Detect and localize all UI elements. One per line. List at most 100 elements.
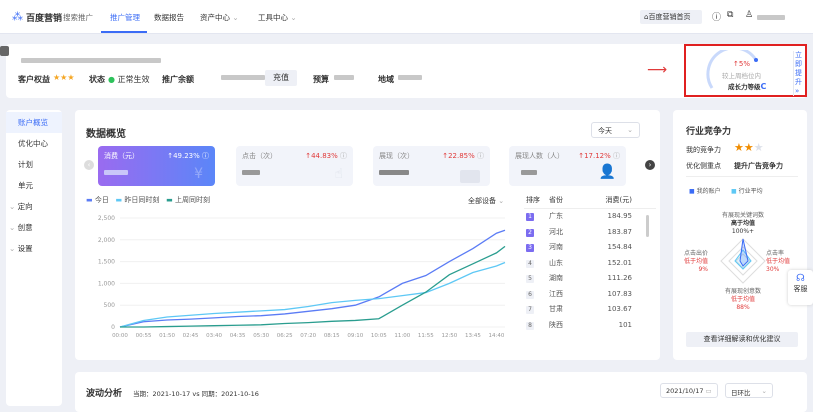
metric-card-impressions[interactable]: 展现（次） ↑22.85% ⓘ [373, 146, 490, 186]
headset-icon: ☊ [796, 273, 805, 284]
collapse-icon[interactable] [0, 46, 9, 56]
metric-change: ↑17.12% ⓘ [578, 152, 620, 160]
y-tick-label: 2,500 [98, 215, 115, 222]
chart-legend: ▬ 今日 ▬ 昨日同时刻 ▬ 上周同时刻 [86, 195, 210, 205]
range-value: 今天 [598, 127, 612, 135]
cost: 107.83 [607, 289, 633, 298]
sidebar-item-settings[interactable]: ⌄ 设置 [6, 238, 62, 259]
tab-label: 资产中心 [200, 13, 230, 22]
help-icon[interactable]: ⓘ [712, 10, 721, 23]
fluct-period: 当期：2021-10-17 vs 同期：2021-10-16 [133, 390, 259, 398]
chevron-down-icon: ⌄ [232, 13, 239, 22]
divider [686, 176, 798, 177]
province: 湖南 [549, 274, 563, 282]
x-tick-label: 11:00 [394, 333, 410, 339]
home-button[interactable]: ⌂百度营销首页 [640, 10, 702, 24]
metric-card-clicks[interactable]: 点击（次） ↑44.83% ⓘ ☝ [236, 146, 353, 186]
arrow-right-icon: ⟶ [647, 62, 668, 78]
balance-blurred [221, 75, 265, 80]
province: 河南 [549, 243, 563, 251]
metric-change: ↑22.85% ⓘ [442, 152, 484, 160]
tab-report[interactable]: 数据报告 [154, 12, 184, 23]
x-tick-label: 01:50 [159, 333, 175, 339]
metric-value-blurred [379, 170, 409, 175]
tab-assets[interactable]: 资产中心 ⌄ [200, 12, 239, 23]
metric-value-blurred [242, 170, 260, 175]
item-label: 创意 [17, 223, 33, 232]
sidebar-item-targeting[interactable]: ⌄ 定向 [6, 196, 62, 217]
legend-my-account: ■ 我的账户 [689, 188, 721, 195]
chevron-down-icon: ⌄ [498, 197, 505, 205]
x-tick-label: 04:35 [230, 333, 246, 339]
province: 陕西 [549, 320, 563, 329]
cost: 111.26 [607, 274, 633, 282]
status-badge: ● 正常生效 [108, 74, 150, 85]
logo[interactable]: 百度营销 [26, 11, 62, 24]
tab-tools[interactable]: 工具中心 ⌄ [258, 12, 297, 23]
recharge-button[interactable]: 充值 [265, 70, 297, 86]
user-icon[interactable]: ♙ [745, 10, 753, 20]
y-tick-label: 2,000 [98, 237, 115, 244]
next-arrow-icon[interactable]: › [645, 160, 655, 170]
y-tick-label: 500 [104, 302, 116, 309]
province: 河北 [549, 227, 563, 236]
rank-badge: 4 [526, 259, 534, 268]
province: 广东 [549, 212, 563, 220]
fluct-title: 波动分析 [86, 389, 123, 399]
metric-card-reach[interactable]: 展现人数（人） ↑17.12% ⓘ 👤 [509, 146, 626, 186]
x-tick-label: 13:45 [465, 333, 481, 339]
y-tick-label: 0 [111, 324, 115, 331]
growth-compare: 较上周档位内 [722, 72, 761, 80]
legend-today[interactable]: ▬ 今日 [86, 196, 109, 204]
province: 甘肃 [549, 305, 563, 313]
ranking-row: 2 河北 183.87 [524, 225, 656, 241]
competitiveness-stars: ★★★ [734, 141, 764, 154]
tab-promotion[interactable]: 推广管理 [110, 12, 140, 23]
rank-badge: 6 [526, 290, 534, 299]
sidebar-item-creative[interactable]: ⌄ 创意 [6, 217, 62, 238]
col-rank: 排序 [526, 196, 540, 204]
region-label: 地域 [378, 75, 394, 84]
date-value: 2021/10/17 [666, 387, 704, 395]
scrollbar[interactable] [646, 215, 649, 237]
active-tab-indicator [101, 31, 147, 33]
y-tick-label: 1,000 [98, 280, 115, 287]
x-tick-label: 08:15 [324, 333, 340, 339]
growth-level: 成长力等级C [728, 81, 766, 91]
trend-line-chart: 0 500 1,000 1,500 2,000 2,500 00:00 00:55 01:50 0… [98, 215, 506, 339]
growth-change: ↑5% [733, 60, 750, 68]
sidebar-item-plan[interactable]: 计划 [6, 154, 62, 175]
customer-service-button[interactable]: ☊ 客服 [788, 270, 813, 305]
sidebar: 账户概览 优化中心 计划 单元 ⌄ 定向 ⌄ 创意 ⌄ 设置 [6, 110, 62, 406]
budget-label: 预算 [313, 75, 329, 84]
legend-yesterday[interactable]: ▬ 昨日同时刻 [116, 196, 160, 204]
sidebar-item-unit[interactable]: 单元 [6, 175, 62, 196]
improve-now-link[interactable]: 立即提升 » [793, 51, 803, 96]
x-tick-label: 09:10 [347, 333, 363, 339]
top-nav: ⁂ 百度营销 搜索推广 推广管理 数据报告 资产中心 ⌄ 工具中心 ⌄ ⌂百度营… [0, 0, 813, 34]
growth-panel: ↑5% 较上周档位内 成长力等级C 立即提升 » [684, 44, 807, 97]
sidebar-item-overview[interactable]: 账户概览 [6, 112, 62, 133]
date-picker[interactable]: 2021/10/17 ▭ [660, 383, 718, 398]
cost: 184.95 [607, 212, 633, 220]
prev-arrow-icon[interactable]: ‹ [84, 160, 94, 170]
date-range-select[interactable]: 今天 ⌄ [591, 122, 640, 138]
ranking-row: 3 河南 154.84 [524, 240, 656, 256]
status-label: 状态 [89, 75, 105, 84]
chevron-down-icon: ⌄ [761, 387, 767, 395]
compare-select[interactable]: 日环比 ⌄ [725, 383, 773, 398]
sidebar-item-optimize[interactable]: 优化中心 [6, 133, 62, 154]
compare-value: 日环比 [731, 389, 751, 397]
card-icon [460, 170, 480, 183]
copy-icon[interactable]: ⧉ [727, 10, 733, 20]
x-tick-label: 06:25 [277, 333, 293, 339]
legend-lastweek[interactable]: ▬ 上周同时刻 [166, 196, 210, 204]
metric-card-cost[interactable]: 消费（元） ↑49.23% ⓘ ¥ [98, 146, 215, 186]
legend-industry-avg: ■ 行业平均 [731, 188, 763, 195]
ranking-header: 排序 省份 消费(元) [524, 195, 656, 209]
rank-badge: 5 [526, 275, 534, 283]
chevron-down-icon: ⌄ [627, 126, 633, 134]
account-name-blurred [21, 58, 161, 63]
rights-stars: ★★★ [53, 73, 75, 82]
view-details-button[interactable]: 查看详细解读和优化建议 [686, 332, 798, 347]
